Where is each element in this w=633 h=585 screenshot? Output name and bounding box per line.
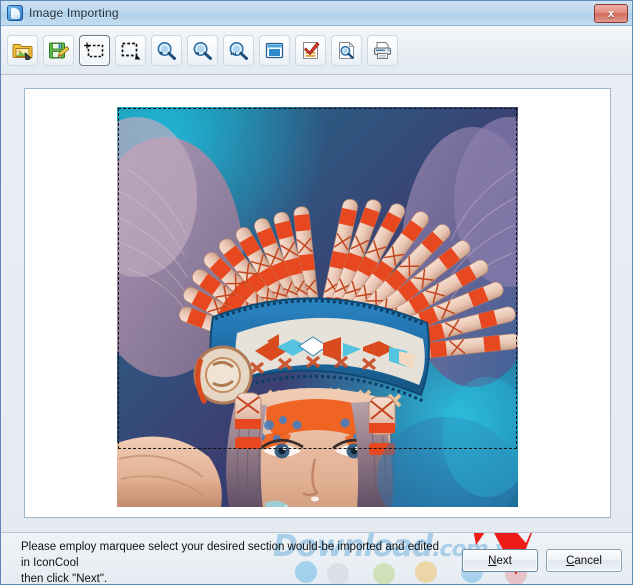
fit-window-button[interactable] — [259, 35, 290, 66]
title-bar: Image Importing x — [1, 1, 632, 26]
zoom-actual-size-icon — [228, 41, 249, 60]
zoom-out-icon — [192, 41, 213, 60]
image-importing-window: Image Importing x — [0, 0, 633, 585]
zoom-in-icon — [156, 41, 177, 60]
fit-to-window-icon — [264, 41, 285, 60]
preview-magnifier-icon — [336, 41, 357, 60]
image-canvas[interactable] — [24, 88, 611, 518]
print-button[interactable] — [367, 35, 398, 66]
save-image-button[interactable] — [43, 35, 74, 66]
status-message: Please employ marquee select your desire… — [21, 539, 451, 584]
imported-image[interactable] — [117, 107, 518, 507]
next-button[interactable]: Next — [462, 549, 538, 572]
close-icon: x — [608, 8, 614, 20]
save-image-icon — [48, 41, 69, 60]
preview-button[interactable] — [331, 35, 362, 66]
document-check-icon — [300, 41, 321, 60]
toolbar — [1, 26, 632, 75]
actual-size-button[interactable] — [223, 35, 254, 66]
cancel-button[interactable]: Cancel — [546, 549, 622, 572]
apply-edit-button[interactable] — [295, 35, 326, 66]
close-button[interactable]: x — [594, 4, 628, 23]
globe-icon — [7, 5, 23, 21]
status-bar: Download.com.vn Please employ marquee se… — [1, 532, 632, 584]
next-button-label: Next — [488, 555, 512, 567]
select-all-icon — [120, 41, 141, 60]
open-image-button[interactable] — [7, 35, 38, 66]
open-folder-image-icon — [12, 41, 33, 60]
marquee-select-icon — [84, 41, 105, 60]
marquee-select-button[interactable] — [79, 35, 110, 66]
window-title: Image Importing — [29, 6, 119, 20]
printer-icon — [372, 41, 393, 60]
zoom-out-button[interactable] — [187, 35, 218, 66]
zoom-in-button[interactable] — [151, 35, 182, 66]
select-all-button[interactable] — [115, 35, 146, 66]
cancel-button-label: Cancel — [566, 555, 602, 567]
